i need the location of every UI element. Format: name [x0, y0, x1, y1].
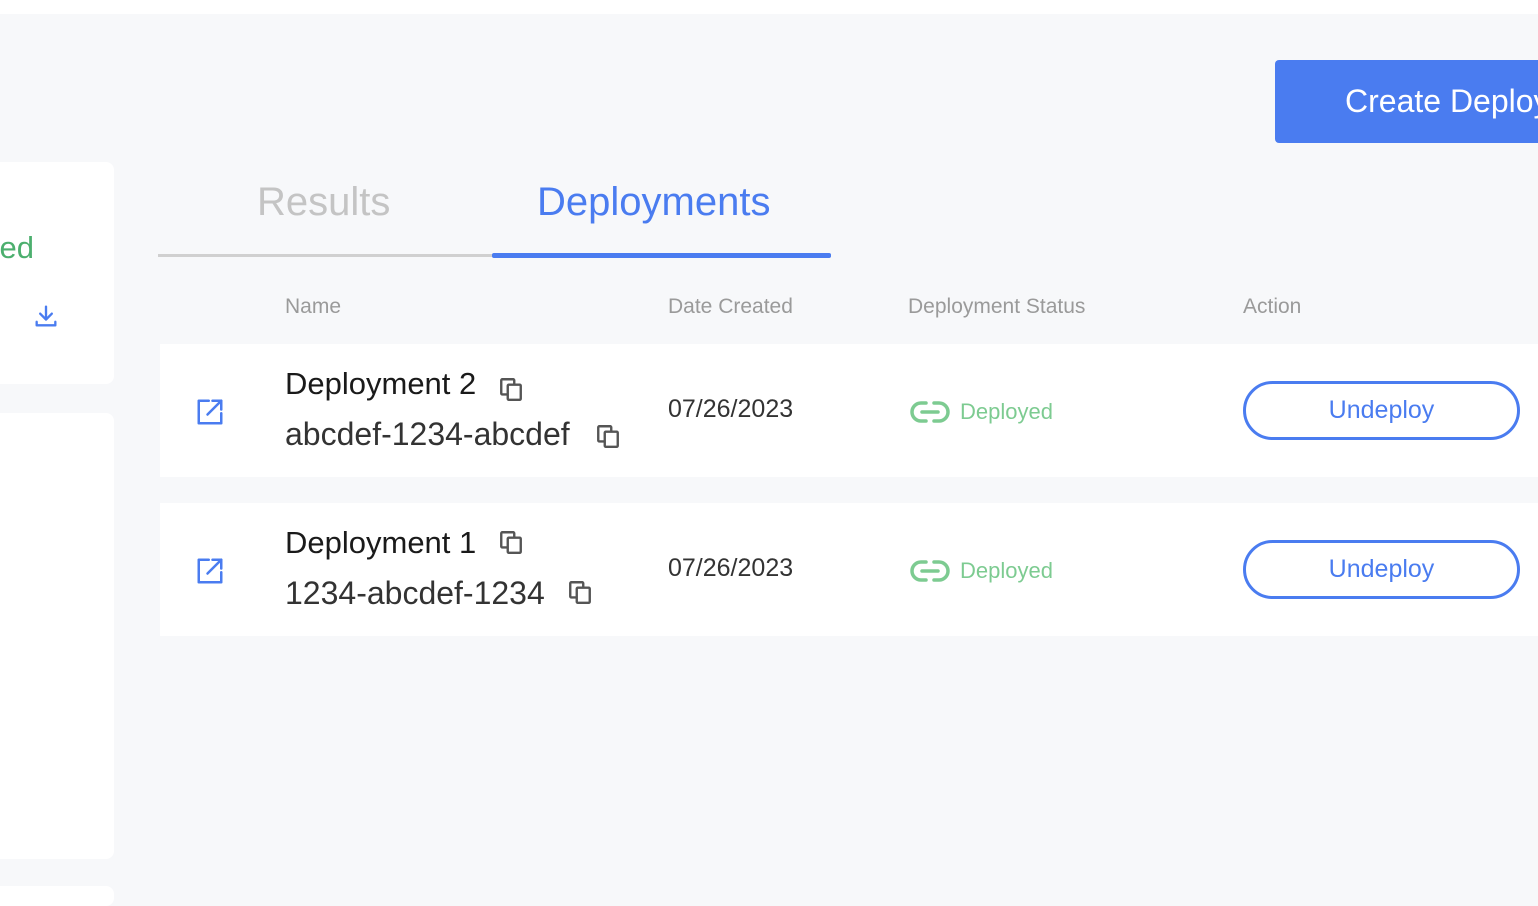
tab-results[interactable]: Results [257, 180, 390, 225]
left-panel-card-bottom [0, 886, 114, 906]
column-header-action: Action [1243, 295, 1302, 318]
top-bar [0, 0, 1538, 14]
deployment-status: Deployed [910, 556, 1053, 586]
tab-deployments[interactable]: Deployments [537, 180, 770, 225]
deployment-id: 1234-abcdef-1234 [285, 575, 545, 611]
open-external-icon[interactable] [195, 397, 225, 427]
column-header-deployment-status: Deployment Status [908, 295, 1086, 318]
tab-bar: Results Deployments [158, 180, 831, 260]
left-status-text: ed [0, 230, 34, 265]
date-created: 07/26/2023 [668, 554, 794, 582]
deployment-name: Deployment 1 [285, 525, 477, 560]
active-tab-indicator [492, 253, 831, 258]
left-panel-card [0, 413, 114, 859]
table-row: Deployment 1 1234-abcdef-1234 07/26/2023… [160, 503, 1538, 636]
status-text: Deployed [960, 558, 1053, 583]
link-icon [910, 560, 950, 582]
undeploy-button[interactable]: Undeploy [1243, 381, 1520, 440]
column-header-name: Name [285, 295, 342, 318]
download-icon[interactable] [32, 302, 60, 330]
create-deployment-button[interactable]: Create Deploy [1275, 60, 1538, 143]
column-header-date-created: Date Created [668, 295, 793, 318]
link-icon [910, 401, 950, 423]
copy-name-icon[interactable] [498, 376, 524, 402]
left-summary-card: ed [0, 162, 114, 384]
copy-id-icon[interactable] [567, 579, 593, 605]
table-row: Deployment 2 abcdef-1234-abcdef 07/26/20… [160, 344, 1538, 477]
date-created: 07/26/2023 [668, 395, 794, 423]
deployment-status: Deployed [910, 397, 1053, 427]
open-external-icon[interactable] [195, 556, 225, 586]
copy-id-icon[interactable] [595, 423, 621, 449]
deployment-name: Deployment 2 [285, 366, 477, 401]
deployment-id: abcdef-1234-abcdef [285, 416, 570, 452]
status-text: Deployed [960, 399, 1053, 424]
undeploy-button[interactable]: Undeploy [1243, 540, 1520, 599]
copy-name-icon[interactable] [498, 529, 524, 555]
